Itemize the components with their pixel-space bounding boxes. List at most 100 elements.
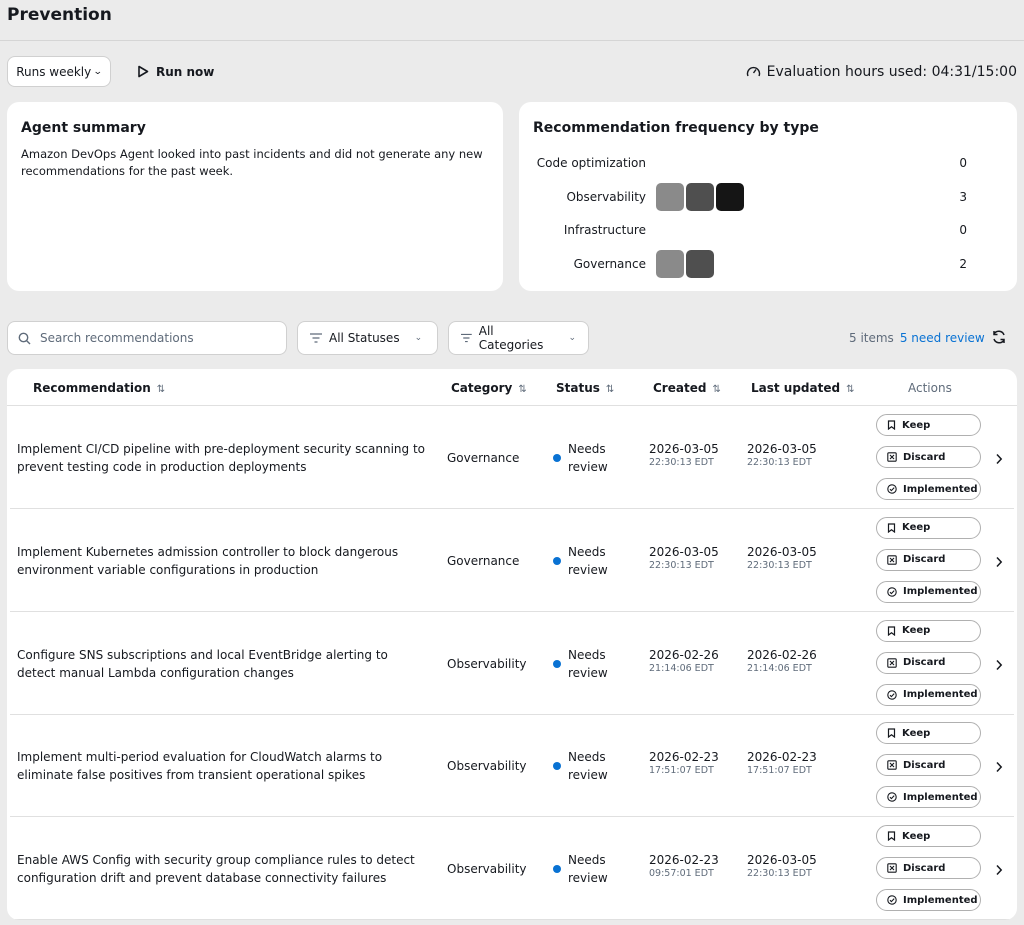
created-cell: 2026-02-26 21:14:06 EDT (649, 648, 719, 676)
recommendation-frequency-card: Recommendation frequency by type Code op… (519, 102, 1017, 291)
status-text: Needs review (568, 442, 608, 474)
table-row[interactable]: Implement multi-period evaluation for Cl… (10, 714, 1014, 818)
chevron-right-icon[interactable] (995, 553, 1003, 572)
chevron-right-icon[interactable] (995, 758, 1003, 777)
created-date: 2026-02-23 (649, 853, 719, 868)
updated-time: 22:30:13 EDT (747, 559, 812, 571)
created-time: 22:30:13 EDT (649, 559, 714, 571)
discard-label: Discard (903, 451, 946, 463)
discard-button[interactable]: Discard (876, 857, 981, 880)
implemented-label: Implemented (903, 586, 978, 598)
updated-cell: 2026-03-05 22:30:13 EDT (747, 853, 817, 881)
sort-icon: ⇅ (156, 384, 166, 395)
col-category[interactable]: Category ⇅ (451, 381, 527, 395)
run-now-button[interactable]: Run now (137, 56, 214, 87)
implemented-button[interactable]: Implemented (876, 478, 981, 500)
frequency-bars (656, 182, 744, 211)
category-filter-label: All Categories (478, 324, 544, 352)
recommendation-text: Configure SNS subscriptions and local Ev… (17, 647, 388, 680)
category-filter-dropdown[interactable]: All Categories ⌄ (448, 321, 589, 355)
updated-date: 2026-02-26 (747, 647, 817, 662)
status-dot-icon (553, 454, 561, 462)
keep-button[interactable]: Keep (876, 722, 981, 745)
col-created[interactable]: Created ⇅ (653, 381, 721, 395)
chevron-right-icon[interactable] (995, 861, 1003, 880)
table-row[interactable]: Configure SNS subscriptions and local Ev… (10, 612, 1014, 715)
updated-time: 22:30:13 EDT (747, 868, 812, 880)
category-text: Observability (447, 862, 527, 877)
frequency-bar-segment (656, 182, 684, 211)
status-filter-dropdown[interactable]: All Statuses ⌄ (297, 321, 438, 355)
sort-icon: ⇅ (605, 384, 615, 395)
frequency-type-label: Observability (566, 189, 646, 204)
col-status[interactable]: Status ⇅ (556, 381, 614, 395)
category-text: Governance (447, 451, 520, 465)
keep-button[interactable]: Keep (876, 619, 981, 642)
updated-date: 2026-03-05 (747, 853, 817, 868)
frequency-row: Code optimization 0 (519, 149, 1017, 177)
need-review-link[interactable]: 5 need review (900, 331, 985, 345)
chevron-down-icon: ⌄ (93, 66, 103, 77)
runs-schedule-label: Runs weekly (16, 64, 92, 79)
implemented-button[interactable]: Implemented (876, 683, 981, 706)
created-cell: 2026-02-23 17:51:07 EDT (649, 750, 719, 778)
items-summary: 5 items 5 need review (849, 331, 985, 345)
frequency-bar-segment (656, 249, 684, 278)
frequency-count: 2 (959, 256, 967, 271)
table-row[interactable]: Enable AWS Config with security group co… (10, 817, 1014, 920)
table-row[interactable]: Implement Kubernetes admission controlle… (10, 509, 1014, 612)
search-input[interactable] (40, 331, 270, 345)
category-text: Governance (447, 553, 520, 568)
status-cell: Needs review (553, 748, 618, 784)
created-time: 17:51:07 EDT (649, 765, 714, 777)
updated-time: 21:14:06 EDT (747, 662, 812, 674)
table-row[interactable]: Implement CI/CD pipeline with pre-deploy… (10, 406, 1014, 509)
created-time: 22:30:13 EDT (649, 457, 714, 468)
discard-button[interactable]: Discard (876, 651, 981, 674)
recommendation-text: Implement Kubernetes admission controlle… (17, 544, 399, 577)
created-time: 09:57:01 EDT (649, 868, 714, 880)
keep-button[interactable]: Keep (876, 825, 981, 848)
frequency-count: 3 (959, 189, 967, 204)
frequency-bar-segment (686, 182, 714, 211)
runs-schedule-dropdown[interactable]: Runs weekly ⌄ (7, 56, 111, 87)
recommendation-text: Implement multi-period evaluation for Cl… (17, 750, 383, 783)
status-dot-icon (553, 659, 561, 668)
gauge-icon (746, 66, 760, 77)
keep-button[interactable]: Keep (876, 414, 981, 436)
refresh-button[interactable] (991, 329, 1007, 349)
evaluation-hours: Evaluation hours used: 04:31/15:00 (746, 56, 1017, 87)
keep-label: Keep (902, 522, 931, 534)
col-recommendation[interactable]: Recommendation ⇅ (33, 381, 165, 395)
keep-button[interactable]: Keep (876, 516, 981, 539)
implemented-label: Implemented (903, 689, 978, 701)
chevron-right-icon[interactable] (995, 656, 1003, 675)
run-now-label: Run now (156, 64, 215, 79)
refresh-icon (993, 330, 1005, 344)
col-last-updated[interactable]: Last updated ⇅ (751, 381, 854, 395)
col-status-label: Status (556, 381, 600, 395)
status-filter-label: All Statuses (329, 331, 400, 345)
search-box[interactable] (7, 321, 287, 355)
page-title: Prevention (7, 5, 112, 25)
discard-button[interactable]: Discard (876, 754, 981, 777)
implemented-button[interactable]: Implemented (876, 889, 981, 912)
updated-date: 2026-03-05 (747, 442, 817, 456)
updated-date: 2026-03-05 (747, 544, 817, 559)
discard-button[interactable]: Discard (876, 446, 981, 468)
implemented-button[interactable]: Implemented (876, 786, 981, 809)
col-recommendation-label: Recommendation (33, 381, 151, 395)
created-time: 21:14:06 EDT (649, 662, 714, 674)
chevron-right-icon[interactable] (995, 450, 1003, 469)
col-actions: Actions (908, 381, 952, 395)
discard-button[interactable]: Discard (876, 548, 981, 571)
col-created-label: Created (653, 381, 707, 395)
implemented-button[interactable]: Implemented (876, 580, 981, 603)
status-dot-icon (553, 865, 561, 874)
updated-time: 22:30:13 EDT (747, 457, 812, 468)
bookmark-icon (887, 831, 896, 842)
keep-label: Keep (902, 830, 931, 842)
implemented-label: Implemented (903, 483, 978, 495)
status-text: Needs review (568, 750, 608, 783)
created-date: 2026-02-26 (649, 647, 719, 662)
